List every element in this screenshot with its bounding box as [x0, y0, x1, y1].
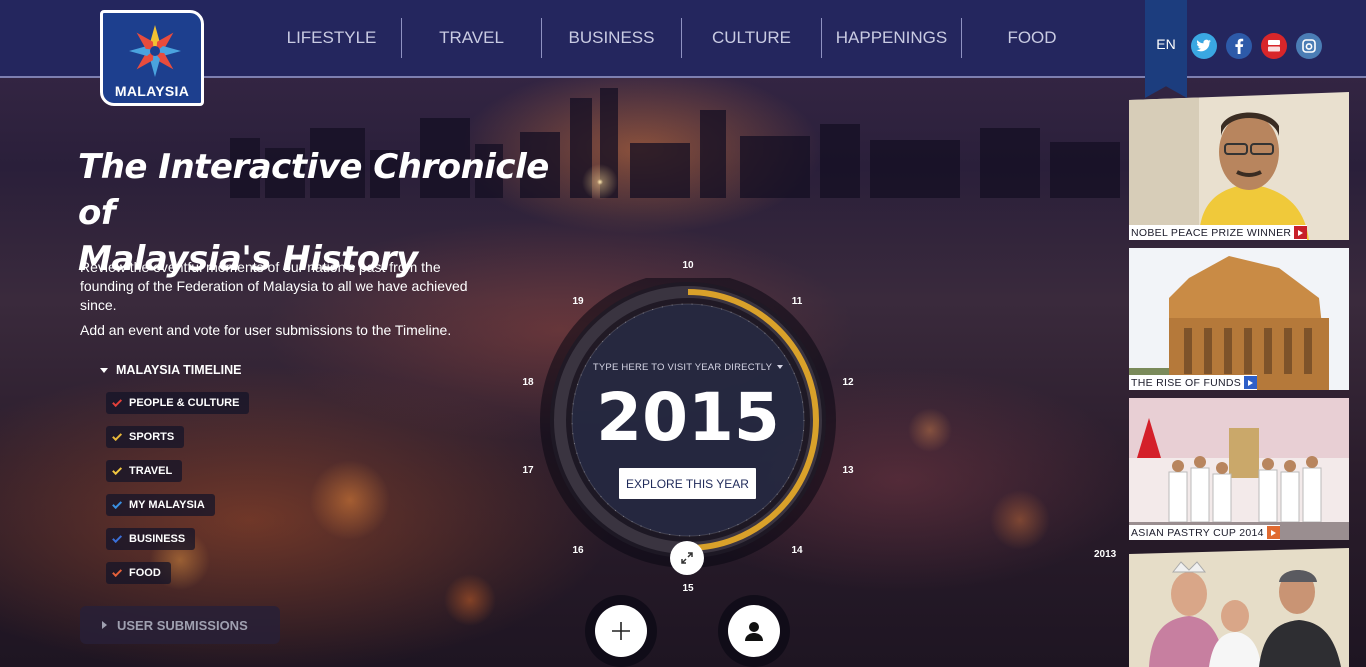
malaysia-logo[interactable]: MALAYSIA — [100, 10, 204, 106]
dial-label[interactable]: 14 — [782, 545, 812, 556]
family-photo — [1129, 548, 1349, 667]
youtube-icon[interactable] — [1261, 33, 1287, 59]
explore-year-button[interactable]: EXPLORE THIS YEAR — [619, 468, 756, 499]
story-caption-text: ASIAN PASTRY CUP 2014 — [1131, 526, 1264, 539]
language-label[interactable]: EN — [1145, 36, 1187, 52]
year-input-hint[interactable]: TYPE HERE TO VISIT YEAR DIRECTLY — [588, 362, 788, 373]
plus-icon — [612, 622, 630, 640]
play-arrow-icon — [1294, 226, 1308, 239]
timeline-heading: MALAYSIA TIMELINE — [116, 363, 242, 377]
check-icon — [112, 532, 123, 543]
filter-business[interactable]: BUSINESS — [106, 528, 196, 550]
dial-drag-handle[interactable] — [670, 541, 704, 575]
malaysia-star-emblem-icon — [129, 25, 181, 77]
funds-building-photo — [1129, 248, 1349, 390]
timeline-filter-toggle[interactable]: MALAYSIA TIMELINE — [100, 363, 241, 377]
pastry-cup-photo — [1129, 398, 1349, 540]
story-caption-text: THE RISE OF FUNDS — [1131, 376, 1242, 389]
page-title-line1: The Interactive Chronicle of — [78, 147, 549, 233]
main-nav: LIFESTYLE TRAVEL BUSINESS CULTURE HAPPEN… — [262, 18, 1102, 58]
user-submissions-label: USER SUBMISSIONS — [117, 617, 248, 633]
filter-label: SPORTS — [129, 431, 175, 443]
story-card-pastry[interactable]: ASIAN PASTRY CUP 2014 — [1129, 398, 1349, 540]
check-icon — [112, 498, 123, 509]
dial-label[interactable]: 15 — [673, 583, 703, 594]
dial-label[interactable]: 12 — [833, 377, 863, 388]
story-card-nobel[interactable]: NOBEL PEACE PRIZE WINNER — [1129, 92, 1349, 240]
filter-label: TRAVEL — [129, 465, 173, 477]
logo-text: MALAYSIA — [114, 83, 190, 99]
story-card-funds[interactable]: THE RISE OF FUNDS — [1129, 248, 1349, 390]
caret-down-icon — [100, 367, 108, 373]
caret-right-icon — [102, 621, 107, 629]
page-description-secondary: Add an event and vote for user submissio… — [80, 322, 452, 338]
filter-label: PEOPLE & CULTURE — [129, 397, 240, 409]
filter-sports[interactable]: SPORTS — [106, 426, 185, 448]
dial-label[interactable]: 17 — [513, 465, 543, 476]
page-description: Review the eventful moments of our natio… — [80, 259, 468, 313]
dial-label[interactable]: 18 — [513, 377, 543, 388]
year-input[interactable]: 2015 — [588, 376, 788, 460]
play-arrow-icon — [1244, 376, 1258, 389]
play-arrow-icon — [1266, 526, 1280, 539]
nav-item-happenings[interactable]: HAPPENINGS — [822, 18, 962, 58]
dial-label[interactable]: 10 — [673, 260, 703, 271]
story-card-family[interactable] — [1129, 548, 1349, 667]
user-icon — [745, 622, 763, 641]
filter-label: BUSINESS — [129, 533, 186, 545]
check-icon — [112, 430, 123, 441]
dial-label[interactable]: 16 — [563, 545, 593, 556]
filter-label: MY MALAYSIA — [129, 499, 205, 511]
caret-down-icon — [777, 365, 784, 370]
nav-item-food[interactable]: FOOD — [962, 18, 1102, 58]
user-profile-button[interactable] — [728, 605, 780, 657]
user-submissions-button[interactable]: USER SUBMISSIONS — [80, 606, 280, 644]
twitter-icon[interactable] — [1191, 33, 1217, 59]
story-caption: ASIAN PASTRY CUP 2014 — [1129, 525, 1280, 540]
add-event-button[interactable] — [595, 605, 647, 657]
expand-arrows-icon — [681, 552, 693, 564]
filter-label: FOOD — [129, 567, 161, 579]
story-caption: NOBEL PEACE PRIZE WINNER — [1129, 225, 1308, 240]
nav-item-business[interactable]: BUSINESS — [542, 18, 682, 58]
story-caption-text: NOBEL PEACE PRIZE WINNER — [1131, 226, 1292, 239]
check-icon — [112, 396, 123, 407]
check-icon — [112, 566, 123, 577]
filter-travel[interactable]: TRAVEL — [106, 460, 183, 482]
nav-item-lifestyle[interactable]: LIFESTYLE — [262, 18, 402, 58]
story-caption: THE RISE OF FUNDS — [1129, 375, 1258, 390]
dial-label[interactable]: 11 — [782, 296, 812, 307]
filter-my-malaysia[interactable]: MY MALAYSIA — [106, 494, 215, 516]
timeline-year-marker[interactable]: 2013 — [1094, 549, 1116, 560]
nav-item-travel[interactable]: TRAVEL — [402, 18, 542, 58]
year-hint-label: TYPE HERE TO VISIT YEAR DIRECTLY — [592, 362, 773, 373]
dial-label[interactable]: 13 — [833, 465, 863, 476]
nav-item-culture[interactable]: CULTURE — [682, 18, 822, 58]
nobel-winner-photo — [1129, 92, 1349, 240]
instagram-icon[interactable] — [1296, 33, 1322, 59]
filter-food[interactable]: FOOD — [106, 562, 171, 584]
filter-people-culture[interactable]: PEOPLE & CULTURE — [106, 392, 250, 414]
facebook-icon[interactable] — [1226, 33, 1252, 59]
check-icon — [112, 464, 123, 475]
dial-label[interactable]: 19 — [563, 296, 593, 307]
